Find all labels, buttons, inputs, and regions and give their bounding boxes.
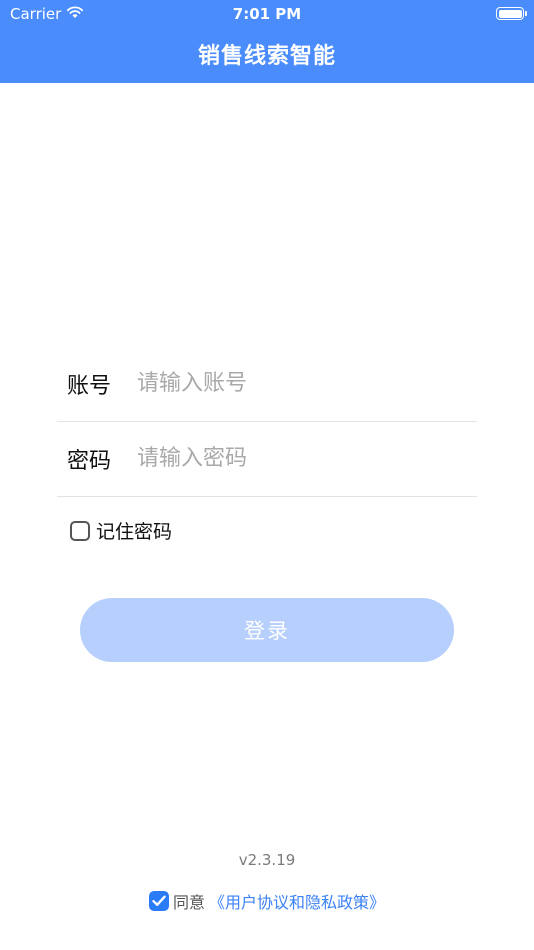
- header: Carrier 7:01 PM 销售线索智能: [0, 0, 534, 83]
- version-label: v2.3.19: [238, 851, 296, 869]
- password-input[interactable]: [137, 446, 477, 471]
- remember-password-toggle[interactable]: 记住密码: [70, 517, 172, 544]
- account-field: 账号: [57, 346, 477, 422]
- account-input[interactable]: [137, 371, 477, 396]
- agreement-checkbox[interactable]: [148, 891, 169, 911]
- agreement-row: 同意 《用户协议和隐私政策》: [0, 889, 534, 913]
- status-bar: Carrier 7:01 PM: [0, 0, 534, 28]
- remember-checkbox[interactable]: [70, 520, 90, 541]
- login-button[interactable]: 登录: [80, 598, 454, 662]
- password-field: 密码: [57, 421, 477, 497]
- battery-level: [498, 9, 522, 18]
- password-label: 密码: [67, 448, 112, 474]
- account-label: 账号: [67, 373, 112, 399]
- clock: 7:01 PM: [232, 5, 302, 23]
- page-title: 销售线索智能: [197, 44, 336, 69]
- remember-label: 记住密码: [96, 521, 173, 543]
- agreement-prefix: 同意: [172, 893, 205, 912]
- battery-icon: [496, 7, 527, 20]
- agreement-link[interactable]: 《用户协议和隐私政策》: [209, 889, 385, 913]
- checkmark-icon: [152, 895, 166, 906]
